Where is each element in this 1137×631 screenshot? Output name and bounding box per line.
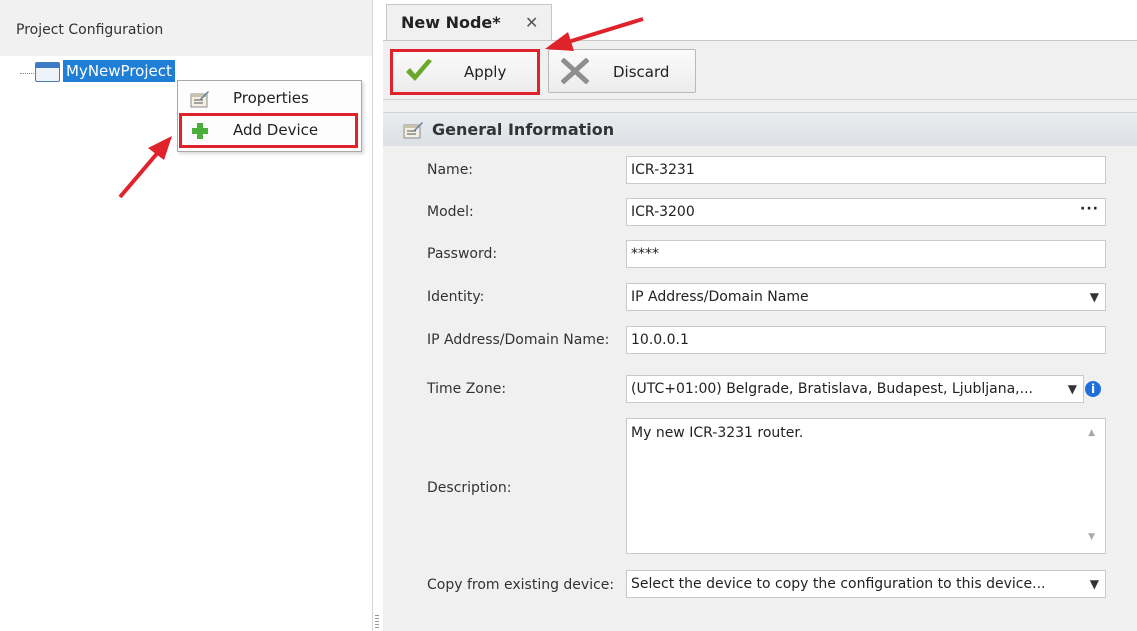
identity-select[interactable]: IP Address/Domain Name ▼ (626, 283, 1106, 311)
panel-header: Project Configuration (0, 0, 372, 56)
copy-select[interactable]: Select the device to copy the configurat… (626, 570, 1106, 598)
identity-value: IP Address/Domain Name (631, 289, 809, 305)
model-field[interactable]: ICR-3200 ··· (626, 198, 1106, 226)
identity-label: Identity: (427, 289, 485, 305)
chevron-down-icon[interactable]: ▼ (1068, 376, 1077, 402)
ellipsis-icon[interactable]: ··· (1080, 199, 1099, 222)
name-label: Name: (427, 162, 474, 178)
name-field[interactable]: ICR-3231 (626, 156, 1106, 184)
tab-label: New Node* (401, 13, 501, 32)
properties-icon (190, 89, 210, 108)
chevron-down-icon[interactable]: ▼ (1090, 571, 1099, 597)
model-label: Model: (427, 204, 474, 220)
description-label: Description: (427, 480, 512, 496)
description-value: My new ICR-3231 router. (631, 425, 804, 441)
menu-item-properties[interactable]: Properties (178, 83, 361, 113)
splitter-grip[interactable] (375, 615, 379, 629)
info-icon[interactable]: i (1085, 381, 1101, 397)
x-icon (561, 58, 589, 84)
group-title: General Information (432, 120, 615, 139)
group-header-general-information[interactable]: General Information (383, 112, 1137, 146)
timezone-label: Time Zone: (427, 381, 507, 397)
password-label: Password: (427, 246, 498, 262)
discard-label: Discard (613, 63, 670, 81)
menu-item-label: Properties (233, 89, 309, 107)
chevron-down-icon[interactable]: ▼ (1090, 284, 1099, 310)
highlight-box-apply (390, 49, 540, 95)
highlight-box-add-device (179, 113, 358, 148)
project-configuration-panel: Project Configuration MyNewProject Prope… (0, 0, 379, 631)
scroll-up-icon[interactable]: ▲ (1088, 423, 1095, 443)
ip-field[interactable]: 10.0.0.1 (626, 326, 1106, 354)
properties-icon (403, 121, 425, 139)
copy-value: Select the device to copy the configurat… (631, 576, 1046, 592)
timezone-value: (UTC+01:00) Belgrade, Bratislava, Budape… (631, 381, 1033, 397)
password-field[interactable]: **** (626, 240, 1106, 268)
tab-strip: New Node* ✕ (383, 0, 1137, 41)
tree-connector (20, 73, 34, 74)
copy-label: Copy from existing device: (427, 577, 615, 593)
close-icon[interactable]: ✕ (525, 13, 538, 32)
scroll-down-icon[interactable]: ▼ (1088, 527, 1095, 547)
tab-new-node[interactable]: New Node* ✕ (386, 4, 552, 40)
ip-label: IP Address/Domain Name: (427, 332, 610, 348)
discard-button[interactable]: Discard (548, 49, 696, 93)
model-value: ICR-3200 (631, 204, 695, 220)
panel-title: Project Configuration (16, 22, 164, 38)
tree-node-project[interactable]: MyNewProject (63, 60, 175, 82)
project-window-icon (35, 62, 60, 82)
description-textarea[interactable]: My new ICR-3231 router. ▲ ▼ (626, 418, 1106, 554)
timezone-select[interactable]: (UTC+01:00) Belgrade, Bratislava, Budape… (626, 375, 1084, 403)
